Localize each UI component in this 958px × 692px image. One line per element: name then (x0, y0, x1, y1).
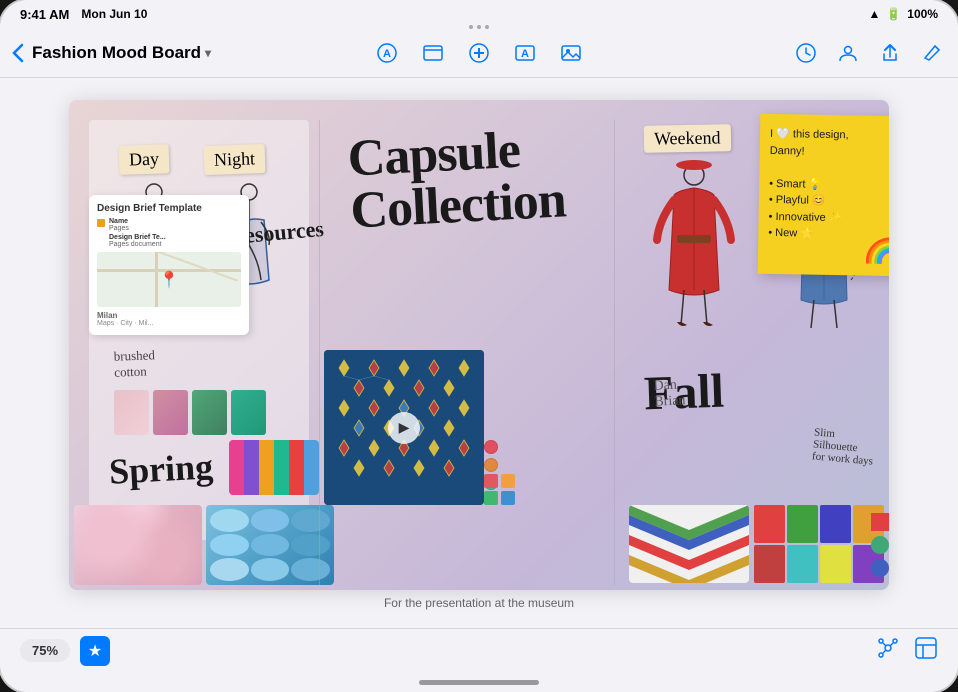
battery-percent: 100% (907, 7, 938, 21)
design-brief-title: Design Brief Template (97, 203, 241, 214)
weekend-label: Weekend (644, 124, 731, 153)
bottom-left-controls: 75% ★ (20, 636, 110, 666)
flowers-image (74, 505, 202, 585)
collaborate-icon[interactable] (834, 39, 862, 67)
status-date: Mon Jun 10 (81, 7, 147, 21)
circle-palette (871, 505, 889, 585)
capsule-title: CapsuleCollection (346, 122, 566, 237)
design-brief-card[interactable]: Design Brief Template Name Pages Design … (89, 195, 249, 335)
bottom-right-patterns (629, 505, 884, 585)
text-icon[interactable]: A (511, 39, 539, 67)
smart-annotation-icon[interactable]: A (373, 39, 401, 67)
artist-signature: DanBrian (653, 377, 686, 411)
color-grid (754, 505, 884, 583)
network-icon[interactable] (876, 636, 900, 666)
svg-text:A: A (521, 48, 529, 60)
day-label: Day (119, 144, 170, 175)
canvas-area[interactable]: CapsuleCollection Day Night (0, 78, 958, 628)
fabric-label: brushedcotton (113, 347, 155, 380)
share-icon[interactable] (876, 39, 904, 67)
fabric-rolls (229, 440, 319, 495)
bottom-right-controls (876, 636, 938, 666)
status-time: 9:41 AM (20, 7, 69, 22)
spring-label: Spring (108, 445, 214, 492)
freeform-board[interactable]: CapsuleCollection Day Night (69, 100, 889, 590)
edit-icon[interactable] (918, 39, 946, 67)
color-dot (484, 440, 498, 454)
bottom-left-strip (74, 505, 334, 585)
insert-icon[interactable] (465, 39, 493, 67)
bottom-center-palette (484, 474, 515, 505)
map-label: Milan (97, 311, 241, 320)
board-caption: For the presentation at the museum (384, 596, 574, 616)
home-indicator (0, 672, 958, 692)
media-icon[interactable] (557, 39, 585, 67)
slim-silhouette-note: SlimSilhouettefor work days (811, 426, 875, 467)
wifi-icon: ▲ (868, 7, 880, 21)
document-title[interactable]: Fashion Mood Board ▾ (32, 43, 211, 63)
zoom-control[interactable]: 75% (20, 639, 70, 662)
weekend-sketch (639, 160, 749, 330)
sticky-note: I 🤍 this design, Danny! • Smart 💡 • Play… (758, 114, 889, 277)
play-button[interactable]: ▶ (388, 412, 420, 444)
color-dot (484, 458, 498, 472)
title-chevron: ▾ (205, 46, 211, 60)
map-pin: 📍 (159, 270, 179, 290)
toolbar-center: A A (373, 39, 585, 67)
bottom-bar: 75% ★ (0, 628, 958, 672)
night-label: Night (204, 144, 266, 175)
maps-sublabel: Maps · City · Mil... (97, 320, 241, 327)
browser-icon[interactable] (419, 39, 447, 67)
grid-view-icon[interactable] (914, 636, 938, 666)
toolbar: Fashion Mood Board ▾ A A (0, 28, 958, 78)
candy-image (206, 505, 334, 585)
section-divider-left (319, 120, 320, 585)
favorite-button[interactable]: ★ (80, 636, 110, 666)
rainbow-icon: 🌈 (863, 237, 889, 267)
status-icons: ▲ 🔋 100% (868, 7, 938, 21)
sticky-note-text: I 🤍 this design, Danny! • Smart 💡 • Play… (768, 126, 889, 244)
back-button[interactable] (12, 43, 24, 63)
battery-icon: 🔋 (886, 7, 901, 21)
fabric-swatches (114, 390, 266, 435)
toolbar-right (792, 39, 946, 67)
history-icon[interactable] (792, 39, 820, 67)
section-divider-right (614, 120, 615, 585)
mosaic-pattern[interactable]: ▶ (324, 350, 484, 505)
milan-map: 📍 (97, 252, 241, 307)
ipad-frame: 9:41 AM Mon Jun 10 ▲ 🔋 100% Fashion Mood… (0, 0, 958, 692)
svg-text:A: A (383, 48, 391, 60)
home-bar (419, 680, 539, 685)
